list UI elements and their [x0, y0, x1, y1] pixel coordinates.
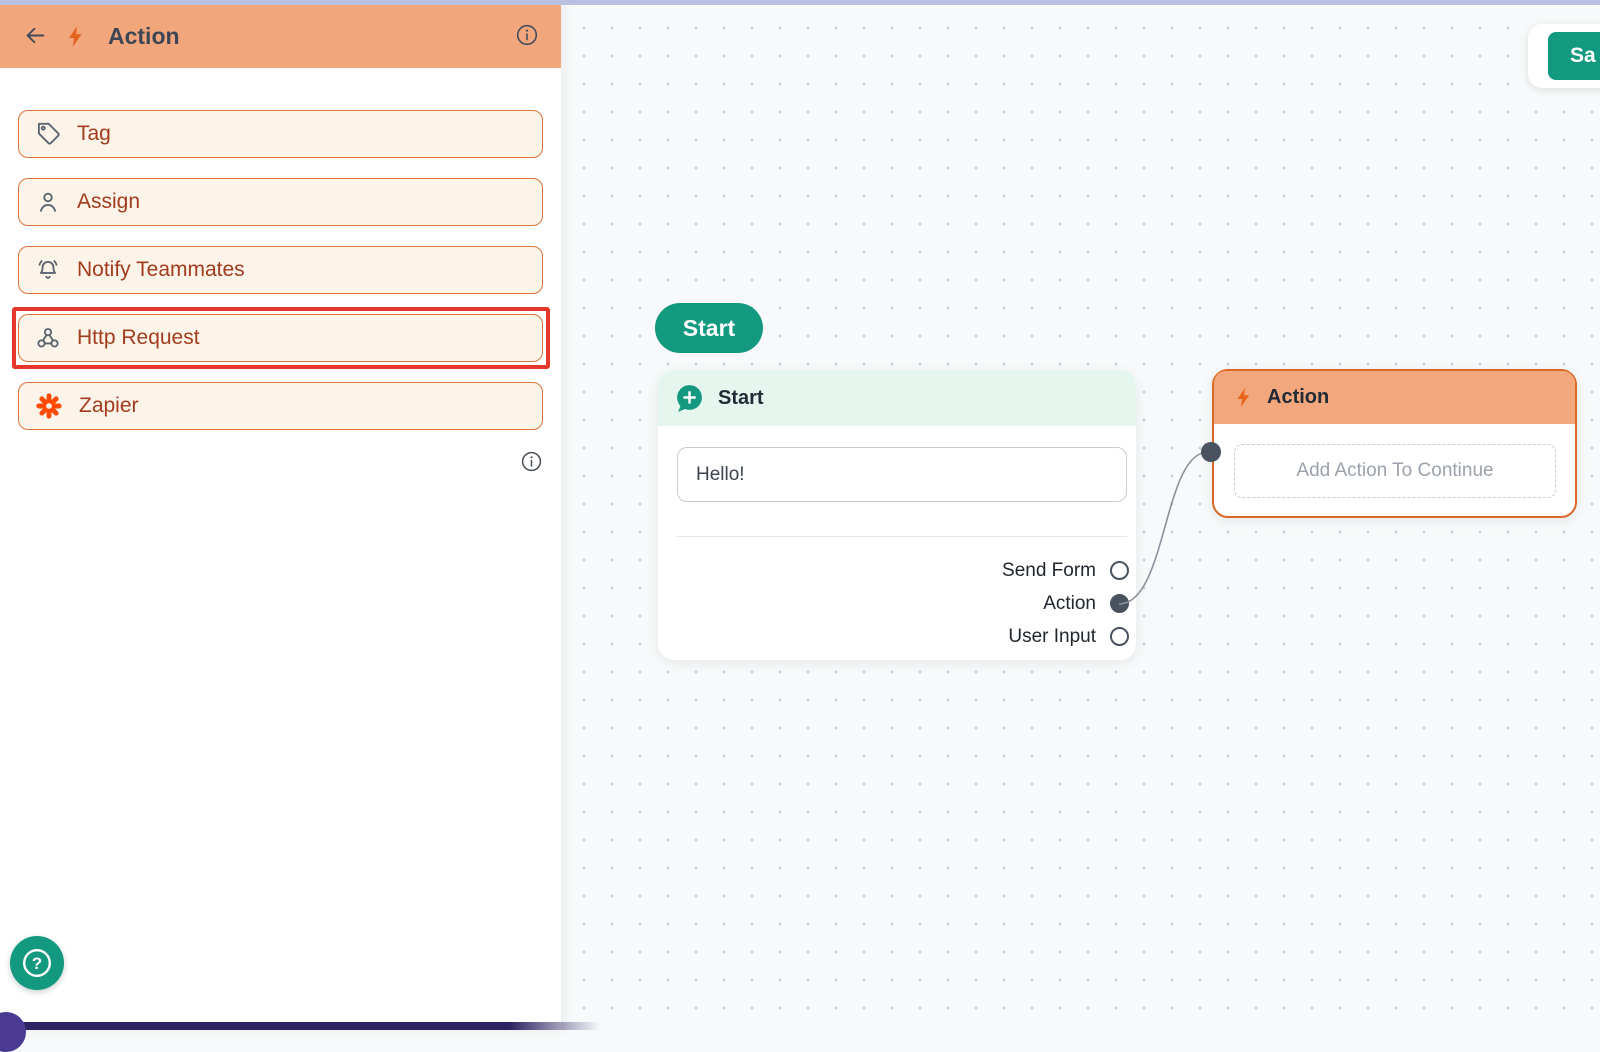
action-item-label: Notify Teammates	[77, 258, 245, 282]
person-icon	[35, 189, 61, 215]
output-label: User Input	[1008, 626, 1096, 648]
start-node-title: Start	[718, 387, 764, 410]
action-list: Tag Assign Notify Teammates Http Request	[0, 68, 561, 476]
start-node[interactable]: Start Hello! Send Form Action User Input	[658, 370, 1136, 660]
lightning-icon	[1232, 386, 1255, 409]
lightning-icon	[63, 24, 88, 49]
start-trigger-pill[interactable]: Start	[655, 303, 763, 353]
zapier-icon	[35, 392, 63, 420]
output-label: Send Form	[1002, 560, 1096, 582]
bell-icon	[35, 257, 61, 283]
output-row-action: Action	[658, 587, 1136, 620]
chat-plus-icon	[674, 383, 705, 414]
action-node-header: Action	[1214, 371, 1575, 424]
action-item-assign[interactable]: Assign	[18, 178, 543, 226]
output-port-user-input[interactable]	[1110, 627, 1129, 646]
start-node-outputs: Send Form Action User Input	[658, 554, 1136, 653]
question-mark-icon: ?	[20, 946, 54, 980]
action-item-notify-teammates[interactable]: Notify Teammates	[18, 246, 543, 294]
svg-text:?: ?	[32, 954, 42, 973]
output-port-send-form[interactable]	[1110, 561, 1129, 580]
top-accent-bar	[0, 0, 1600, 5]
webhook-icon	[35, 325, 61, 351]
action-item-label: Assign	[77, 190, 140, 214]
tag-icon	[35, 121, 61, 147]
save-button[interactable]: Sa	[1548, 32, 1600, 80]
bottom-accent-bar	[0, 1022, 600, 1030]
start-node-header: Start	[658, 370, 1136, 426]
action-node-title: Action	[1267, 386, 1329, 409]
info-icon	[515, 23, 539, 50]
flow-canvas[interactable]: Start Sa Start Hello! Send Form Action U…	[561, 5, 1600, 1030]
arrow-left-icon	[22, 22, 49, 52]
action-panel: Action Tag Assign Notify Teammates	[0, 5, 561, 1030]
node-divider	[677, 536, 1127, 537]
action-item-zapier[interactable]: Zapier	[18, 382, 543, 430]
panel-header: Action	[0, 5, 561, 68]
output-label: Action	[1043, 593, 1096, 615]
save-button-card: Sa	[1528, 24, 1600, 88]
action-node[interactable]: Action Add Action To Continue	[1212, 369, 1577, 518]
output-port-action[interactable]	[1110, 594, 1129, 613]
action-item-label: Http Request	[77, 326, 200, 350]
output-row-send-form: Send Form	[658, 554, 1136, 587]
action-item-tag[interactable]: Tag	[18, 110, 543, 158]
action-item-label: Tag	[77, 122, 111, 146]
add-action-placeholder[interactable]: Add Action To Continue	[1234, 444, 1556, 498]
zapier-info-button[interactable]	[520, 450, 543, 476]
back-button[interactable]	[22, 22, 49, 52]
message-input[interactable]: Hello!	[677, 447, 1127, 502]
action-item-label: Zapier	[79, 394, 526, 418]
output-row-user-input: User Input	[658, 620, 1136, 653]
panel-title: Action	[108, 23, 180, 50]
panel-info-button[interactable]	[515, 23, 539, 50]
help-button[interactable]: ?	[10, 936, 64, 990]
info-icon	[520, 450, 543, 476]
action-item-http-request[interactable]: Http Request	[18, 314, 543, 362]
